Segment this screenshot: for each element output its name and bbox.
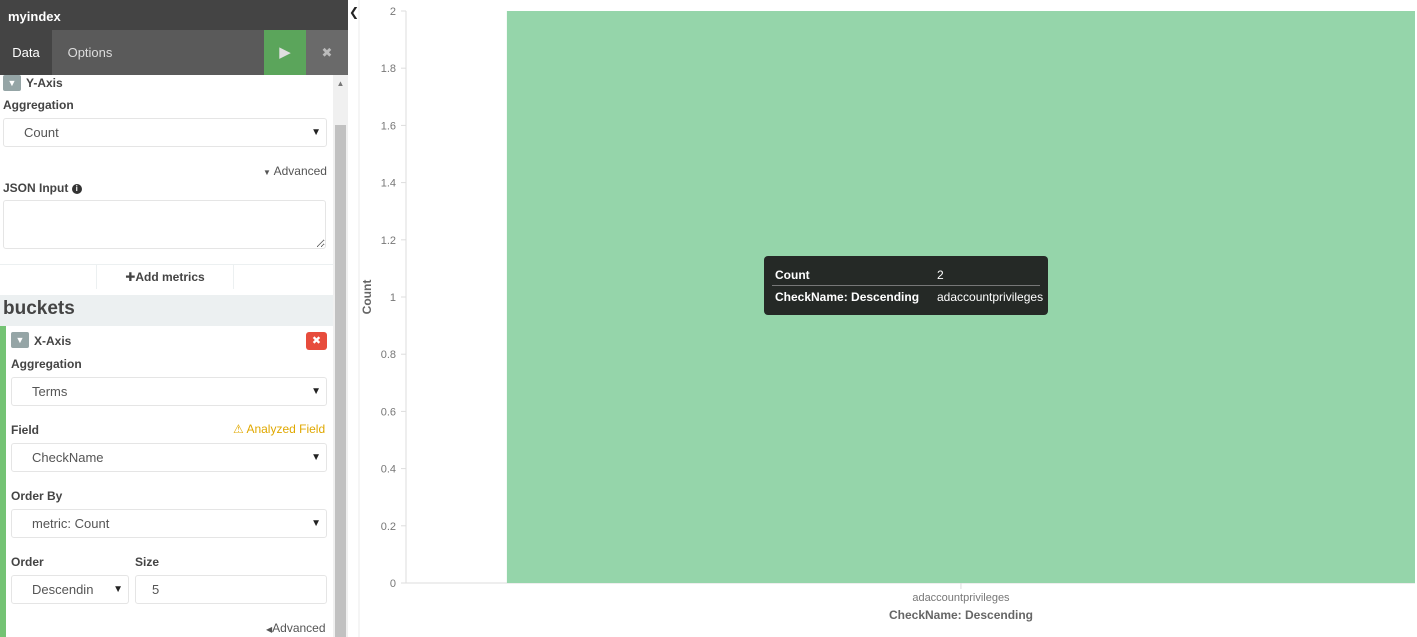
apply-button[interactable]: ▶ [264,30,306,75]
dropdown-arrow-icon: ▼ [311,452,321,463]
field-label: Field [11,423,40,437]
field-select[interactable]: CheckName ▼ [11,443,327,472]
divider [0,264,96,265]
dropdown-arrow-icon: ▼ [113,584,123,595]
metric-aggregation-select[interactable]: Count ▼ [3,118,327,147]
order-select[interactable]: Descendin ▼ [11,575,129,604]
close-icon: ✖ [311,335,322,347]
bucket-aggregation-select[interactable]: Terms ▼ [11,377,327,406]
tooltip-value: 2 [937,268,944,282]
caret-down-icon[interactable]: ▼ [3,75,21,91]
order-by-label: Order By [11,489,63,503]
editor-scroll-area: ▼ Y-Axis Aggregation Count ▼ ▼ Advanced … [0,75,333,637]
y-tick-label: 1.4 [381,178,396,190]
tooltip-key: Count [775,268,810,282]
info-icon[interactable]: i [71,183,82,194]
y-tick-label: 1.2 [381,235,396,247]
tooltip-value: adaccountprivileges [937,290,1044,304]
tab-options[interactable]: Options [56,30,124,75]
dropdown-arrow-icon: ▼ [311,127,321,138]
plus-icon: ✚ [125,270,136,284]
warning-icon: ⚠ [233,422,244,436]
xaxis-label: X-Axis [34,334,72,348]
bar-chart: 0 0.2 0.4 0.6 0.8 1 1.2 1.4 1.6 1.8 2 adaccountpri… [360,6,1415,622]
size-input[interactable]: 5 [135,575,327,604]
json-input-field[interactable] [3,200,326,249]
remove-bucket-button[interactable]: ✖ [306,332,327,350]
play-icon: ▶ [279,44,291,61]
chart-area: 0 0.2 0.4 0.6 0.8 1 1.2 1.4 1.6 1.8 2 adaccountpri… [360,0,1417,637]
order-by-value: metric: Count [32,516,110,531]
metric-aggregation-value: Count [24,125,59,140]
field-value: CheckName [32,450,104,465]
order-label: Order [11,555,44,569]
aggregation-label: Aggregation [3,98,74,112]
tooltip-key: CheckName: Descending [775,290,920,304]
tooltip-row-checkname: CheckName: Descending adaccountprivilege… [775,290,1043,304]
json-input-label-text: JSON Input [3,181,69,195]
advanced-toggle[interactable]: ▼ Advanced [263,164,327,178]
y-tick-label: 2 [390,6,396,18]
dropdown-arrow-icon: ▼ [311,518,321,529]
scrollbar-thumb[interactable] [335,125,346,637]
y-tick-label: 1.8 [381,63,396,75]
y-tick-label: 1.6 [381,120,396,132]
add-metrics-button[interactable]: ✚Add metrics [96,264,234,289]
caret-down-icon: ▼ [263,168,271,177]
yaxis-label: Y-Axis [26,76,63,90]
y-axis-title: Count [360,280,374,315]
close-icon: ✖ [321,45,333,60]
x-axis-ticks: adaccountprivileges [912,583,1010,604]
bucket-aggregation-value: Terms [32,384,68,399]
bucket-advanced-toggle[interactable]: ◀Advanced [266,621,326,635]
add-metrics-label: Add metrics [135,270,205,284]
order-by-select[interactable]: metric: Count ▼ [11,509,327,538]
divider [234,264,333,265]
bucket-aggregation-label: Aggregation [11,357,82,371]
caret-down-icon[interactable]: ▼ [11,332,29,348]
y-axis-ticks: 0 0.2 0.4 0.6 0.8 1 1.2 1.4 1.6 1.8 2 [381,6,406,590]
analyzed-field-warning: ⚠ Analyzed Field [233,422,325,436]
order-value: Descendin [32,582,94,597]
tooltip-row-count: Count 2 [775,268,944,282]
x-axis-title: CheckName: Descending [889,608,1033,622]
y-tick-label: 1 [390,292,396,304]
y-tick-label: 0 [390,578,396,590]
bucket-accent-bar [0,326,6,637]
analyzed-field-text: Analyzed Field [246,422,326,436]
index-title: myindex [0,0,348,30]
advanced-label: Advanced [273,164,327,178]
y-tick-label: 0.2 [381,521,396,533]
size-label: Size [135,555,160,569]
x-tick-label: adaccountprivileges [912,592,1010,604]
json-input-label: JSON Input i [3,181,82,195]
tab-data[interactable]: Data [0,30,52,75]
discard-button[interactable]: ✖ [306,30,348,75]
scroll-up-arrow-icon[interactable]: ▲ [333,79,348,89]
chart-tooltip: Count 2 CheckName: Descending adaccountp… [764,256,1048,315]
y-tick-label: 0.8 [381,349,396,361]
buckets-header: buckets [0,295,333,326]
bucket-advanced-label: Advanced [272,621,326,635]
buckets-title: buckets [3,298,75,319]
y-tick-label: 0.4 [381,464,396,476]
dropdown-arrow-icon: ▼ [311,386,321,397]
tooltip-separator [772,285,1040,286]
sidebar-scrollbar[interactable]: ▲ [333,75,348,637]
editor-sidebar: myindex Data Options ▶ ✖ ▼ Y-Axis Aggreg… [0,0,348,637]
y-tick-label: 0.6 [381,406,396,418]
sidebar-tabs: Data Options ▶ ✖ [0,30,348,75]
